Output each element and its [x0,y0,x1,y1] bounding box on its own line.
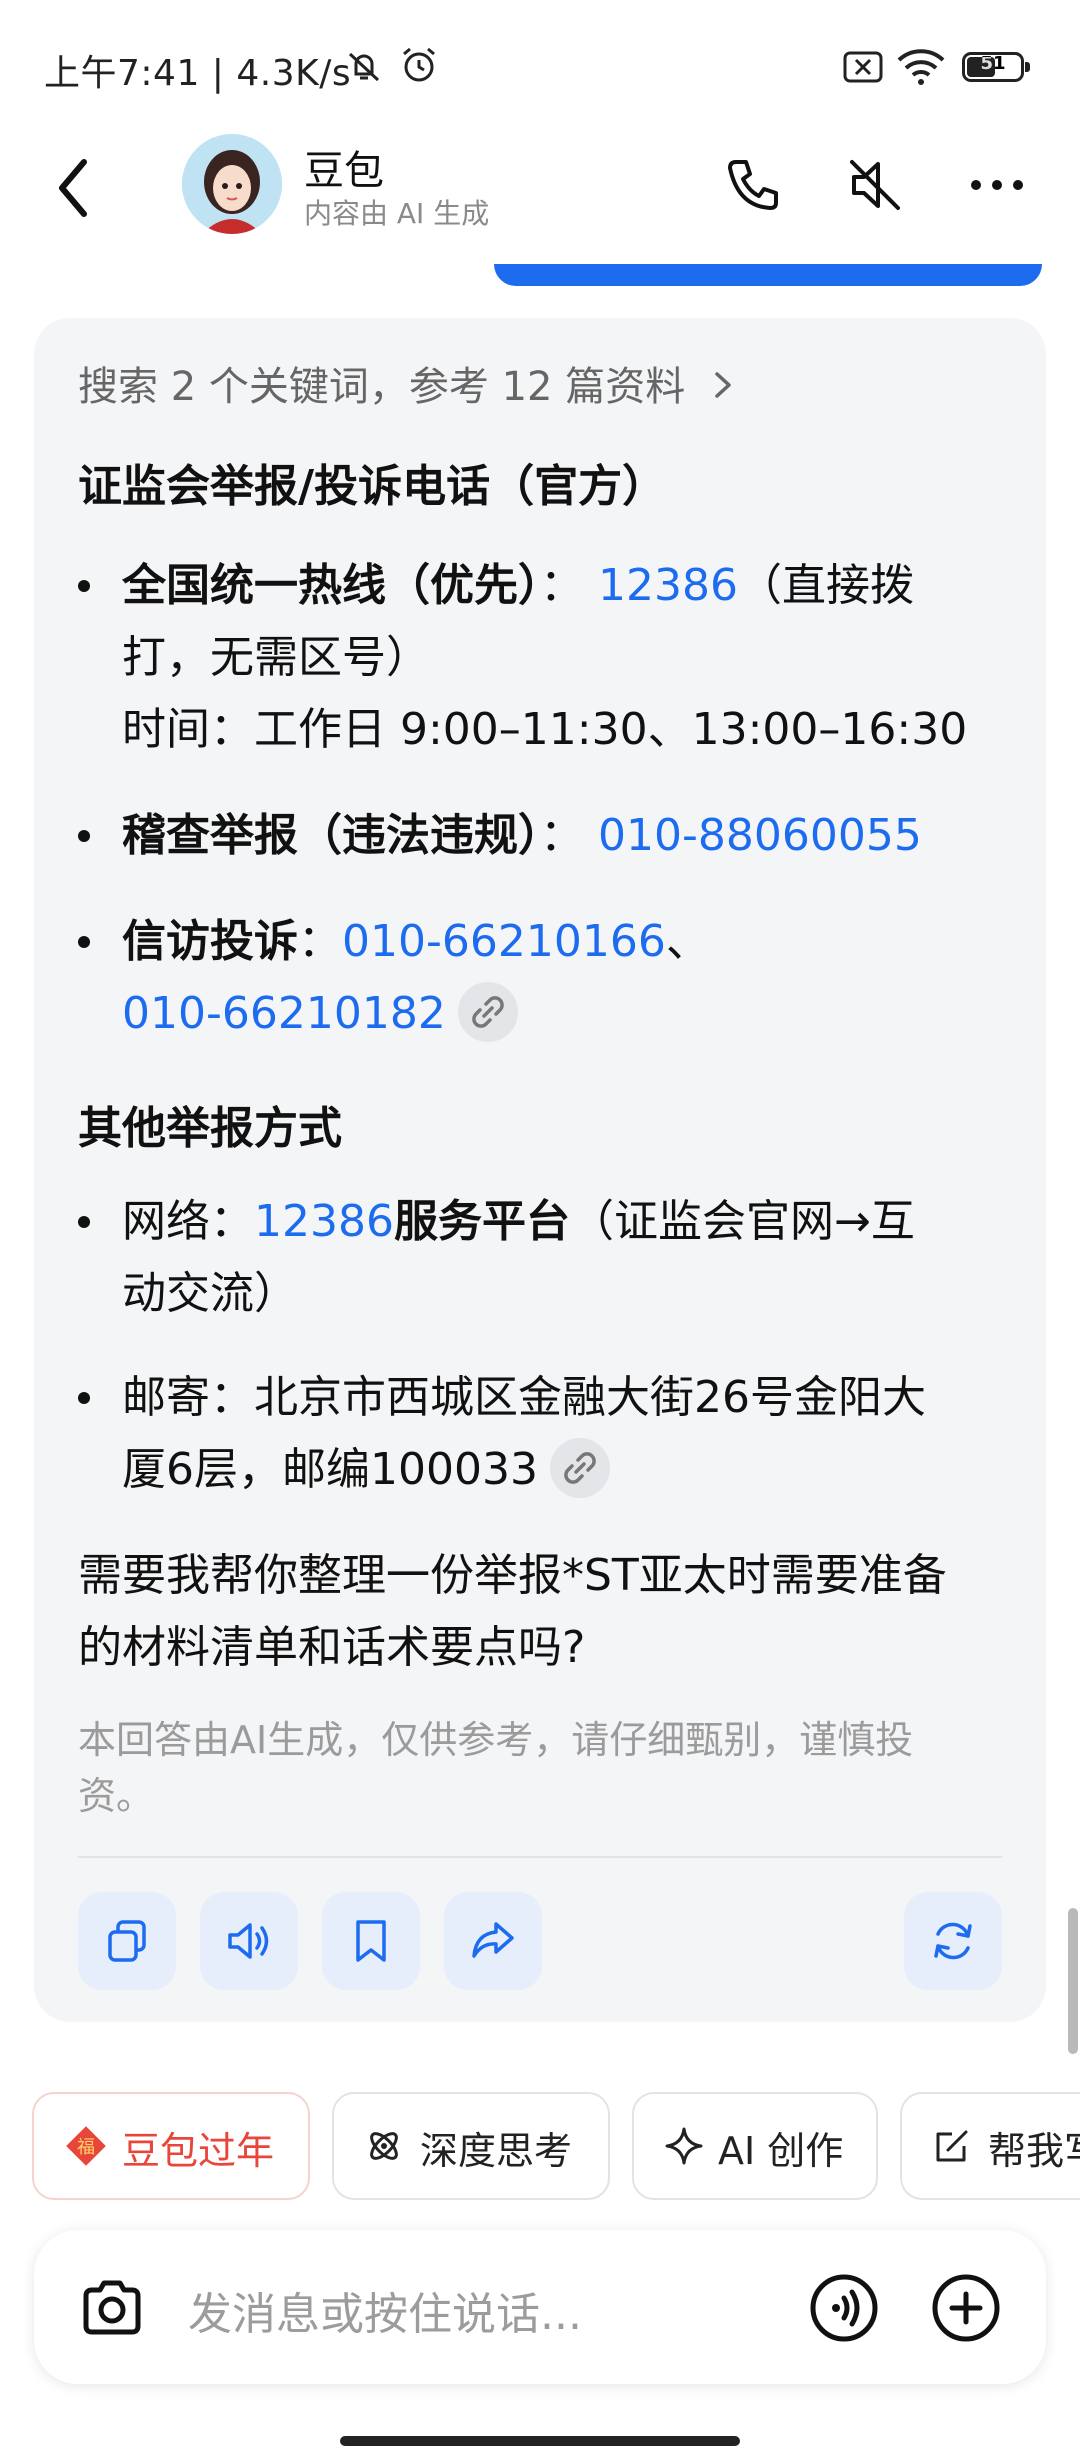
hotline-note-a: （直接拨 [737,560,914,611]
bullet [78,830,90,842]
regenerate-button[interactable] [904,1892,1002,1990]
disclaimer-line2: 资。 [78,1774,155,1818]
alarm-icon [403,47,435,82]
refresh-icon [934,1922,972,1960]
separator: ： [540,560,584,611]
inspection-number-link[interactable]: 010-88060055 [598,810,922,861]
separator: ： [540,810,584,861]
link-icon[interactable] [549,1438,610,1498]
chip-label: 深度思考 [420,2129,573,2173]
list-item-online: 网络：12386服务平台（证监会官网→互 动交流） [78,1186,1018,1330]
add-icon[interactable] [930,2272,1002,2344]
hotline-number-link[interactable]: 12386 [598,560,738,611]
mail-line1: 邮寄：北京市西城区金融大街26号金阳大 [122,1372,926,1423]
separator: ： [298,916,342,967]
bookmark-button[interactable] [322,1892,420,1990]
fu-icon: 福 [66,2126,106,2166]
bookmark-icon [356,1920,386,1962]
reference-text: 搜索 2 个关键词，参考 12 篇资料 [78,364,686,410]
copy-button[interactable] [78,1892,176,1990]
sim-off-icon [843,51,883,83]
reference-sources-link[interactable]: 搜索 2 个关键词，参考 12 篇资料 [78,354,734,412]
chat-header: 豆包 内容由 AI 生成 [0,130,1080,250]
message-input-bar: 发消息或按住说话... [34,2230,1046,2384]
voice-call-icon[interactable] [808,2272,880,2344]
scrollbar[interactable] [1068,1908,1078,2054]
message-input[interactable]: 发消息或按住说话... [188,2278,582,2342]
petition-number2-link[interactable]: 010-66210182 [122,988,446,1039]
online-note-b: 动交流） [122,1268,298,1319]
share-button[interactable] [444,1892,542,1990]
online-prefix: 网络： [122,1196,254,1247]
chevron-right-icon [712,364,734,410]
chip-label: AI 创作 [718,2129,844,2173]
petition-number1-link[interactable]: 010-66210166 [342,916,666,967]
status-time: 上午7:41 | 4.3K/s [44,53,352,94]
followup-line2: 的材料清单和话术要点吗? [78,1622,586,1673]
list-item-hotline: 全国统一热线（优先）： 12386（直接拨 打，无需区号） 时间：工作日 9:0… [78,550,1018,766]
camera-icon[interactable] [76,2272,148,2344]
petition-label: 信访投诉 [122,916,298,967]
link-icon[interactable] [457,982,518,1042]
online-platform-label: 服务平台 [393,1196,570,1247]
share-icon [472,1922,514,1958]
chip-label: 豆包过年 [122,2129,275,2173]
battery-icon: 51 [962,52,1030,82]
online-number-link[interactable]: 12386 [254,1196,394,1247]
section-title-other-methods: 其他举报方式 [78,1103,342,1154]
speaker-icon [228,1923,269,1959]
list-item-petition: 信访投诉：010-66210166、 010-66210182 [78,906,1018,1050]
hotline-note-b: 打，无需区号） [122,632,430,683]
wifi-icon [897,49,945,85]
divider [78,1856,1002,1858]
chip-deep-think[interactable]: 深度思考 [332,2092,610,2200]
chip-label: 帮我写 [988,2129,1080,2173]
chip-spring-festival[interactable]: 福 豆包过年 [32,2092,310,2200]
avatar[interactable] [182,134,282,234]
followup-question: 需要我帮你整理一份举报*ST亚太时需要准备 的材料清单和话术要点吗? [78,1540,1018,1684]
hotline-label: 全国统一热线（优先） [122,560,540,611]
bullet [78,936,90,948]
disclaimer-line1: 本回答由AI生成，仅供参考，请仔细甄别，谨慎投 [78,1718,914,1762]
phone-icon[interactable] [718,150,788,220]
contact-subtitle: 内容由 AI 生成 [304,197,490,230]
bullet [78,1216,90,1228]
chip-help-write[interactable]: 帮我写 [900,2092,1080,2200]
user-message-bubble [494,264,1042,286]
copy-icon [108,1920,146,1962]
deep-think-icon [370,2132,398,2160]
list-item-inspection: 稽查举报（违法违规）： 010-88060055 [78,800,1018,872]
mute-bell-icon [348,52,380,82]
hotline-hours: 时间：工作日 9:00–11:30、13:00–16:30 [122,704,968,755]
separator: 、 [665,916,710,967]
chip-ai-create[interactable]: AI 创作 [632,2092,878,2200]
followup-line1: 需要我帮你整理一份举报*ST亚太时需要准备 [78,1550,947,1601]
list-item-mail: 邮寄：北京市西城区金融大街26号金阳大 厦6层，邮编100033 [78,1362,1018,1506]
bullet [78,1392,90,1404]
ai-disclaimer: 本回答由AI生成，仅供参考，请仔细甄别，谨慎投 资。 [78,1712,1008,1824]
bullet [78,580,90,592]
section-title-official-phones: 证监会举报/投诉电话（官方） [78,461,667,512]
online-note-a: （证监会官网→互 [569,1196,915,1247]
mail-line2: 厦6层，邮编100033 [122,1444,538,1495]
home-indicator[interactable] [340,2436,740,2446]
edit-icon [936,2130,968,2162]
status-bar: 上午7:41 | 4.3K/s 51 [0,0,1080,130]
sparkle-icon [665,2127,703,2165]
contact-name: 豆包 [304,148,384,194]
battery-level: 51 [980,53,1006,74]
inspection-label: 稽查举报（违法违规） [122,810,540,861]
mute-speaker-icon[interactable] [840,150,910,220]
read-aloud-button[interactable] [200,1892,298,1990]
more-icon[interactable] [962,150,1032,220]
back-arrow-icon[interactable] [48,148,104,228]
svg-text:福: 福 [77,2137,95,2158]
